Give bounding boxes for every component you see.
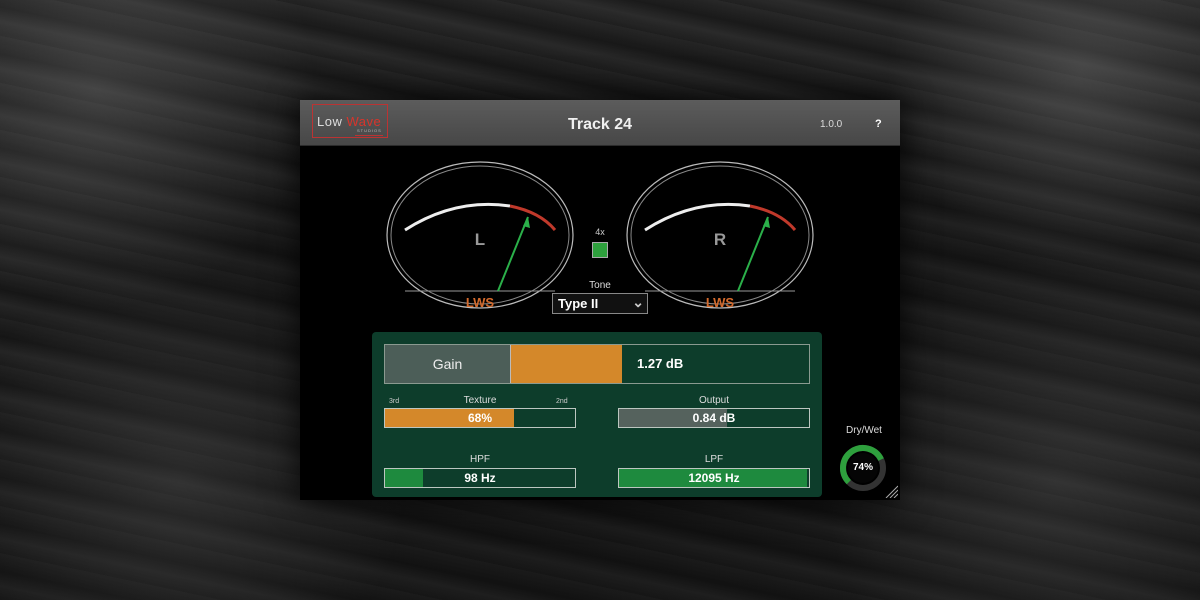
vu-meter-right: R LWS <box>625 160 815 315</box>
logo-underline <box>355 135 383 136</box>
vu-meter-left: L LWS <box>385 160 575 315</box>
plugin-title: Track 24 <box>567 116 633 133</box>
oversample-toggle[interactable] <box>592 242 608 258</box>
meter-channel-label: R <box>713 230 727 249</box>
controls-panel: Gain 1.27 dB 3rd Texture 2nd 68% Output … <box>372 332 822 497</box>
header-bar: Low Wave STUDIOS Track 24 1.0.0 ? <box>300 100 900 146</box>
texture-label: Texture <box>463 395 497 406</box>
drywet-label: Dry/Wet <box>846 425 882 436</box>
gain-value: 1.27 dB <box>637 356 684 371</box>
chevron-down-icon: ⌄ <box>632 294 644 310</box>
drywet-knob[interactable]: 74% <box>838 443 888 493</box>
oversample-label: 4x <box>595 227 605 237</box>
resize-grip-icon[interactable] <box>882 482 898 498</box>
gain-label: Gain <box>385 345 510 383</box>
lpf-label: LPF <box>704 454 724 465</box>
lpf-value: 12095 Hz <box>688 471 740 485</box>
tone-selected-value: Type II <box>558 296 599 311</box>
hpf-value: 98 Hz <box>464 471 496 485</box>
output-label: Output <box>698 395 730 406</box>
tone-label: Tone <box>589 280 611 291</box>
plugin-window: Low Wave STUDIOS Track 24 1.0.0 ? L LWS <box>300 100 900 500</box>
texture-value: 68% <box>467 411 493 425</box>
help-button[interactable]: ? <box>875 118 882 130</box>
version-label: 1.0.0 <box>820 119 843 130</box>
output-slider[interactable]: 0.84 dB <box>618 408 810 428</box>
texture-slider[interactable]: 68% <box>384 408 576 428</box>
meter-channel-label: L <box>474 230 486 249</box>
meter-brand-label: LWS <box>465 295 495 310</box>
tone-dropdown[interactable]: Type II ⌄ <box>552 293 648 314</box>
hpf-slider[interactable]: 98 Hz <box>384 468 576 488</box>
gain-fill <box>510 345 622 383</box>
meter-brand-label: LWS <box>705 295 735 310</box>
lpf-slider[interactable]: 12095 Hz <box>618 468 810 488</box>
gain-slider[interactable]: Gain 1.27 dB <box>384 344 810 384</box>
drywet-value: 74% <box>852 462 873 473</box>
output-value: 0.84 dB <box>692 411 736 425</box>
hpf-label: HPF <box>470 454 490 465</box>
texture-left-label: 3rd <box>389 398 400 405</box>
texture-right-label: 2nd <box>556 398 568 405</box>
